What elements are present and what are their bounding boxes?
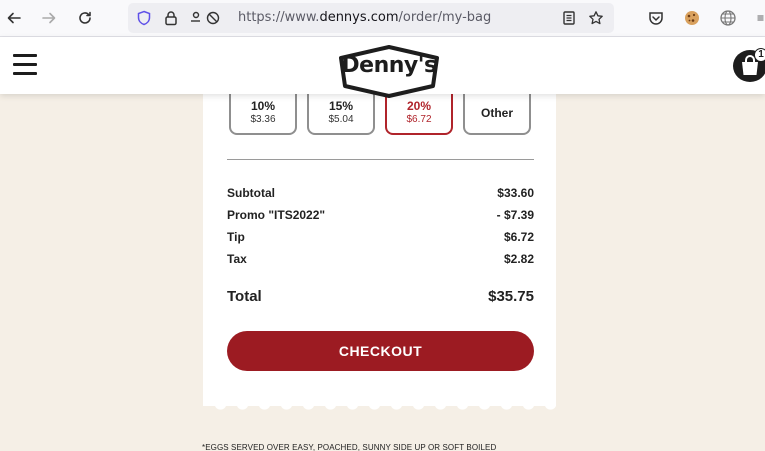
tip-row: Tip $6.72 — [227, 230, 534, 246]
dennys-logo[interactable]: Denny's — [337, 44, 441, 98]
lock-icon[interactable] — [163, 10, 179, 26]
forward-button[interactable] — [37, 7, 61, 29]
tip-option-10[interactable]: 10% $3.36 — [229, 94, 297, 135]
total-row: Total $35.75 — [227, 288, 534, 308]
back-button[interactable] — [2, 7, 26, 29]
tax-value: $2.82 — [503, 252, 534, 266]
reader-view-icon[interactable] — [561, 10, 577, 26]
app-menu-icon[interactable] — [756, 9, 765, 27]
logo-text: Denny's — [341, 53, 437, 78]
subtotal-label: Subtotal — [227, 186, 275, 200]
pocket-icon[interactable] — [647, 9, 665, 27]
summary-divider — [227, 159, 534, 160]
tip-option-15[interactable]: 15% $5.04 — [307, 94, 375, 135]
globe-icon[interactable] — [719, 9, 737, 27]
tip-amount: $3.36 — [250, 114, 276, 125]
receipt-scalloped-edge — [203, 400, 556, 410]
tip-option-other[interactable]: Other — [463, 94, 531, 135]
arrow-left-icon — [7, 12, 21, 24]
total-value: $35.75 — [488, 288, 534, 305]
promo-label: Promo "ITS2022" — [227, 208, 326, 222]
permissions-icon[interactable] — [190, 10, 222, 26]
checkout-button[interactable]: CHECKOUT — [227, 331, 534, 371]
site-header: Denny's 1 — [0, 37, 765, 98]
eggs-footnote: *EGGS SERVED OVER EASY, POACHED, SUNNY S… — [202, 443, 497, 451]
url-bar[interactable]: https://www.dennys.com/order/my-bag — [128, 3, 614, 33]
arrow-right-icon — [42, 12, 56, 24]
cart-count-badge: 1 — [754, 48, 765, 62]
tip-label: Tip — [227, 230, 245, 244]
subtotal-row: Subtotal $33.60 — [227, 186, 534, 202]
browser-toolbar: https://www.dennys.com/order/my-bag — [0, 0, 765, 37]
tip-option-20-selected[interactable]: 20% $6.72 — [385, 94, 453, 135]
tip-percent: 15% — [328, 99, 354, 113]
total-label: Total — [227, 288, 262, 305]
tip-value: $6.72 — [503, 230, 534, 244]
tip-amount: $5.04 — [328, 114, 354, 125]
star-icon[interactable] — [588, 10, 604, 26]
cookie-icon[interactable] — [683, 9, 701, 27]
promo-value: - $7.39 — [496, 208, 534, 222]
shield-icon[interactable] — [136, 10, 152, 26]
hamburger-menu-icon[interactable] — [13, 54, 37, 76]
promo-row: Promo "ITS2022" - $7.39 — [227, 208, 534, 224]
reload-button[interactable] — [73, 7, 97, 29]
tip-amount: $6.72 — [406, 114, 432, 125]
reload-icon — [79, 11, 91, 24]
tip-percent: 10% — [250, 99, 276, 113]
tax-row: Tax $2.82 — [227, 252, 534, 268]
tax-label: Tax — [227, 252, 247, 266]
tip-other-label: Other — [480, 106, 513, 120]
subtotal-value: $33.60 — [497, 186, 534, 200]
tip-percent: 20% — [406, 99, 432, 113]
url-text[interactable]: https://www.dennys.com/order/my-bag — [238, 10, 491, 25]
